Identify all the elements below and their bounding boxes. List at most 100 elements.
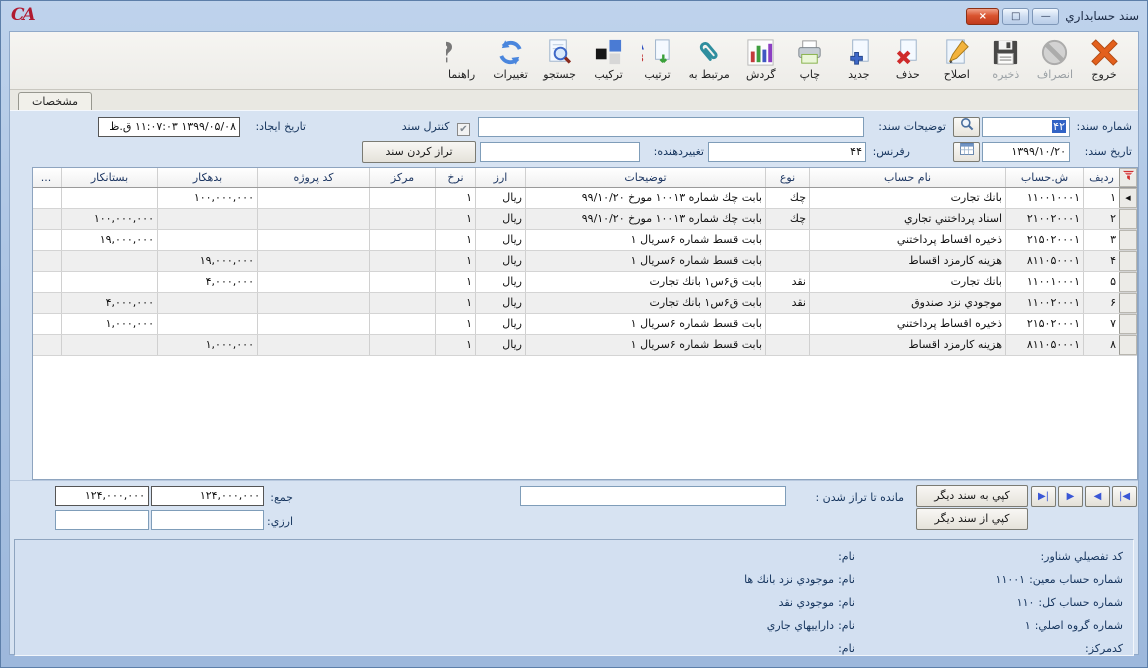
exit-button[interactable]: خروج xyxy=(1080,35,1128,83)
doc-date-calendar-button[interactable] xyxy=(953,142,980,162)
cell-center[interactable] xyxy=(369,272,435,292)
control-doc-checkbox[interactable]: ✔ كنترل سند xyxy=(402,118,470,138)
cell-debit[interactable] xyxy=(157,209,257,229)
cell-account-name[interactable]: بانك تجارت xyxy=(809,272,1005,292)
cell-project-code[interactable] xyxy=(257,188,369,208)
table-row[interactable]: ۳ ۲۱۵۰۲۰۰۰۱ ذخيره اقساط پرداختني بابت قس… xyxy=(33,230,1137,251)
save-button[interactable]: ذخيره xyxy=(982,35,1030,83)
header-currency[interactable]: ارز xyxy=(475,168,525,187)
sort-button[interactable]: AB ترتيب xyxy=(634,35,682,83)
related-button[interactable]: مرتبط به xyxy=(683,35,736,83)
cell-debit[interactable]: ۱,۰۰۰,۰۰۰ xyxy=(157,335,257,355)
cell-account-name[interactable]: اسناد پرداختني تجاري xyxy=(809,209,1005,229)
delete-button[interactable]: حذف xyxy=(884,35,932,83)
cell-debit[interactable] xyxy=(157,230,257,250)
cell-account-name[interactable]: موجودي نزد صندوق xyxy=(809,293,1005,313)
tab-specifications[interactable]: مشخصات xyxy=(18,92,92,110)
cell-description[interactable]: بابت قسط شماره ۶سريال ۱ xyxy=(525,230,765,250)
cell-currency[interactable]: ريال xyxy=(475,293,525,313)
cell-account-no[interactable]: ۲۱۵۰۲۰۰۰۱ xyxy=(1005,230,1083,250)
copy-from-doc-button[interactable]: كپي از سند ديگر xyxy=(916,508,1028,530)
search-button[interactable]: جستجو xyxy=(536,35,584,83)
cell-radif[interactable]: ۲ xyxy=(1083,209,1119,229)
cell-debit[interactable]: ۱۹,۰۰۰,۰۰۰ xyxy=(157,251,257,271)
nav-first-button[interactable]: |◀ xyxy=(1112,486,1137,507)
header-debit[interactable]: بدهكار xyxy=(157,168,257,187)
cell-type[interactable] xyxy=(765,251,809,271)
cell-credit[interactable] xyxy=(61,272,157,292)
header-account-name[interactable]: نام حساب xyxy=(809,168,1005,187)
cell-center[interactable] xyxy=(369,335,435,355)
copy-to-doc-button[interactable]: كپي به سند ديگر xyxy=(916,485,1028,507)
changes-button[interactable]: تغييرات xyxy=(487,35,535,83)
cell-radif[interactable]: ۶ xyxy=(1083,293,1119,313)
cell-credit[interactable] xyxy=(61,251,157,271)
table-row[interactable]: ۷ ۲۱۵۰۲۰۰۰۱ ذخيره اقساط پرداختني بابت قس… xyxy=(33,314,1137,335)
cell-center[interactable] xyxy=(369,293,435,313)
cell-project-code[interactable] xyxy=(257,230,369,250)
cell-project-code[interactable] xyxy=(257,272,369,292)
header-description[interactable]: توضيحات xyxy=(525,168,765,187)
cell-radif[interactable]: ۳ xyxy=(1083,230,1119,250)
cell-account-no[interactable]: ۸۱۱۰۵۰۰۰۱ xyxy=(1005,251,1083,271)
cell-account-name[interactable]: هزينه كارمزد اقساط xyxy=(809,251,1005,271)
minimize-button[interactable]: — xyxy=(1032,8,1059,25)
header-credit[interactable]: بستانكار xyxy=(61,168,157,187)
table-row[interactable]: ۶ ۱۱۰۰۲۰۰۰۱ موجودي نزد صندوق نقد بابت ق۶… xyxy=(33,293,1137,314)
nav-next-button[interactable]: ▶ xyxy=(1058,486,1083,507)
doc-number-input[interactable]: ۴۲ xyxy=(982,117,1070,137)
cell-dots[interactable] xyxy=(31,335,61,355)
cell-rate[interactable]: ۱ xyxy=(435,272,475,292)
cell-type[interactable] xyxy=(765,314,809,334)
cell-account-no[interactable]: ۸۱۱۰۵۰۰۰۱ xyxy=(1005,335,1083,355)
cell-dots[interactable] xyxy=(31,188,61,208)
cell-project-code[interactable] xyxy=(257,251,369,271)
cell-currency[interactable]: ريال xyxy=(475,188,525,208)
cell-rate[interactable]: ۱ xyxy=(435,335,475,355)
close-button[interactable]: × xyxy=(966,8,999,25)
cell-description[interactable]: بابت چك شماره ۱۰۰۱۳ مورخ ۹۹/۱۰/۲۰ xyxy=(525,188,765,208)
table-row[interactable]: ۵ ۱۱۰۰۱۰۰۰۱ بانك تجارت نقد بابت ق۶س۱ بان… xyxy=(33,272,1137,293)
modifier-input[interactable] xyxy=(480,142,640,162)
cell-description[interactable]: بابت قسط شماره ۶سريال ۱ xyxy=(525,314,765,334)
combine-button[interactable]: تركيب xyxy=(585,35,633,83)
cell-currency[interactable]: ريال xyxy=(475,230,525,250)
header-radif[interactable]: رديف xyxy=(1083,168,1119,187)
table-row[interactable]: ۲ ۲۱۰۰۲۰۰۰۱ اسناد پرداختني تجاري چك بابت… xyxy=(33,209,1137,230)
cell-type[interactable]: نقد xyxy=(765,272,809,292)
cell-rate[interactable]: ۱ xyxy=(435,188,475,208)
cell-credit[interactable] xyxy=(61,335,157,355)
cell-center[interactable] xyxy=(369,209,435,229)
cell-radif[interactable]: ۵ xyxy=(1083,272,1119,292)
cell-dots[interactable] xyxy=(31,272,61,292)
cell-center[interactable] xyxy=(369,230,435,250)
cell-credit[interactable]: ۱۹,۰۰۰,۰۰۰ xyxy=(61,230,157,250)
header-dots[interactable]: ... xyxy=(31,168,61,187)
grid-filter-corner[interactable] xyxy=(1119,168,1137,187)
cell-dots[interactable] xyxy=(31,209,61,229)
cell-description[interactable]: بابت ق۶س۱ بانك تجارت xyxy=(525,293,765,313)
cell-credit[interactable]: ۱۰۰,۰۰۰,۰۰۰ xyxy=(61,209,157,229)
cell-currency[interactable]: ريال xyxy=(475,251,525,271)
cell-account-no[interactable]: ۲۱۰۰۲۰۰۰۱ xyxy=(1005,209,1083,229)
cell-debit[interactable]: ۴,۰۰۰,۰۰۰ xyxy=(157,272,257,292)
balance-remaining-input[interactable] xyxy=(520,486,786,506)
cell-description[interactable]: بابت ق۶س۱ بانك تجارت xyxy=(525,272,765,292)
maximize-button[interactable]: □ xyxy=(1002,8,1029,25)
nav-prev-button[interactable]: ◀ xyxy=(1085,486,1110,507)
cell-type[interactable]: چك xyxy=(765,209,809,229)
cell-type[interactable] xyxy=(765,230,809,250)
cell-currency[interactable]: ريال xyxy=(475,335,525,355)
cell-rate[interactable]: ۱ xyxy=(435,230,475,250)
cell-radif[interactable]: ۸ xyxy=(1083,335,1119,355)
cell-account-name[interactable]: ذخيره اقساط پرداختني xyxy=(809,230,1005,250)
table-row[interactable]: ۸ ۸۱۱۰۵۰۰۰۱ هزينه كارمزد اقساط بابت قسط … xyxy=(33,335,1137,356)
print-button[interactable]: چاپ xyxy=(786,35,834,83)
cell-project-code[interactable] xyxy=(257,314,369,334)
cell-currency[interactable]: ريال xyxy=(475,314,525,334)
header-center[interactable]: مركز xyxy=(369,168,435,187)
cell-radif[interactable]: ۷ xyxy=(1083,314,1119,334)
cell-type[interactable] xyxy=(765,335,809,355)
cell-rate[interactable]: ۱ xyxy=(435,293,475,313)
cell-dots[interactable] xyxy=(31,251,61,271)
